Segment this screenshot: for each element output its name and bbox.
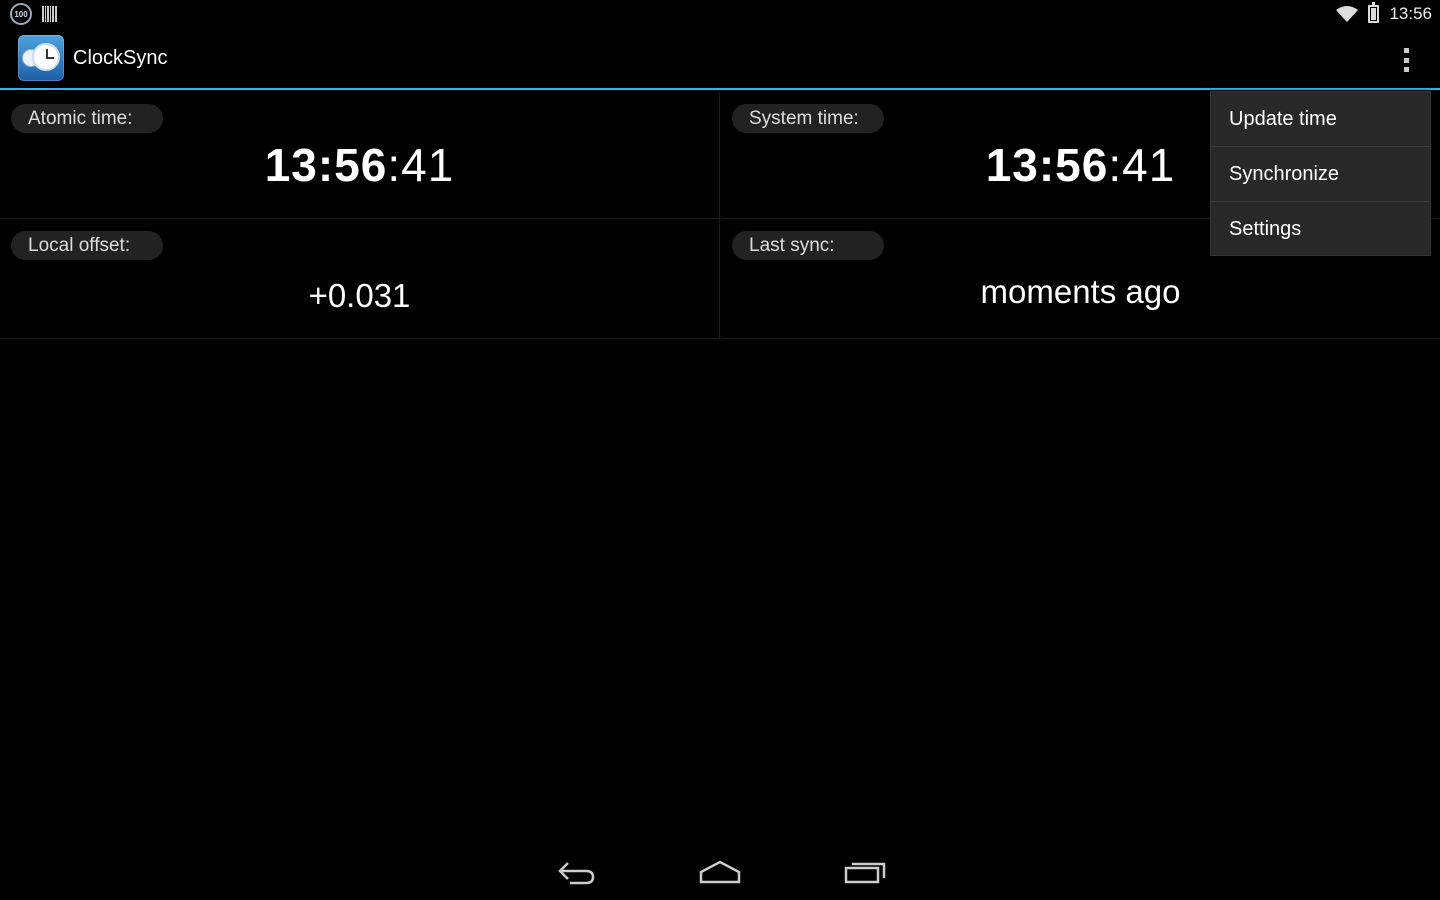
- navigation-bar: [0, 844, 1440, 900]
- status-left: 100: [10, 3, 57, 25]
- local-offset-value: +0.031: [308, 277, 411, 314]
- wifi-icon: [1336, 6, 1359, 22]
- atomic-time-panel: Atomic time: 13:56:41: [0, 92, 720, 219]
- battery-icon: [1368, 2, 1380, 23]
- local-offset-panel: Local offset: +0.031: [0, 219, 720, 339]
- atomic-time-hours-minutes: 13:56: [264, 139, 388, 191]
- atomic-time-label: Atomic time:: [11, 104, 163, 133]
- menu-item-settings[interactable]: Settings: [1211, 202, 1430, 257]
- status-clock: 13:56: [1389, 4, 1432, 23]
- system-time-seconds: :41: [1108, 139, 1176, 191]
- overflow-menu-icon[interactable]: [1404, 48, 1410, 72]
- menu-item-synchronize[interactable]: Synchronize: [1211, 147, 1430, 202]
- system-time-label: System time:: [732, 104, 884, 133]
- back-button[interactable]: [546, 850, 606, 894]
- recent-apps-icon: [844, 862, 886, 884]
- overflow-dropdown-menu: Update time Synchronize Settings: [1210, 91, 1431, 256]
- battery-badge-text: 100: [14, 9, 28, 19]
- home-icon: [699, 860, 741, 884]
- clock-icon: [32, 43, 60, 71]
- status-right: 13:56: [1336, 2, 1432, 24]
- system-time-hours-minutes: 13:56: [985, 139, 1109, 191]
- barcode-icon: [42, 6, 57, 22]
- battery-100-notification-icon: 100: [10, 3, 32, 25]
- menu-item-update-time[interactable]: Update time: [1211, 92, 1430, 147]
- app-title: ClockSync: [73, 46, 168, 69]
- status-bar: 100 13:56: [0, 0, 1440, 28]
- atomic-time-seconds: :41: [387, 139, 455, 191]
- home-button[interactable]: [690, 850, 750, 894]
- app-icon[interactable]: [18, 35, 64, 81]
- recent-apps-button[interactable]: [835, 850, 895, 894]
- action-bar: ClockSync: [0, 28, 1440, 90]
- last-sync-value: moments ago: [980, 273, 1181, 310]
- last-sync-label: Last sync:: [732, 231, 884, 260]
- local-offset-label: Local offset:: [11, 231, 163, 260]
- atomic-time-value: 13:56:41: [0, 138, 719, 192]
- back-icon: [558, 862, 595, 885]
